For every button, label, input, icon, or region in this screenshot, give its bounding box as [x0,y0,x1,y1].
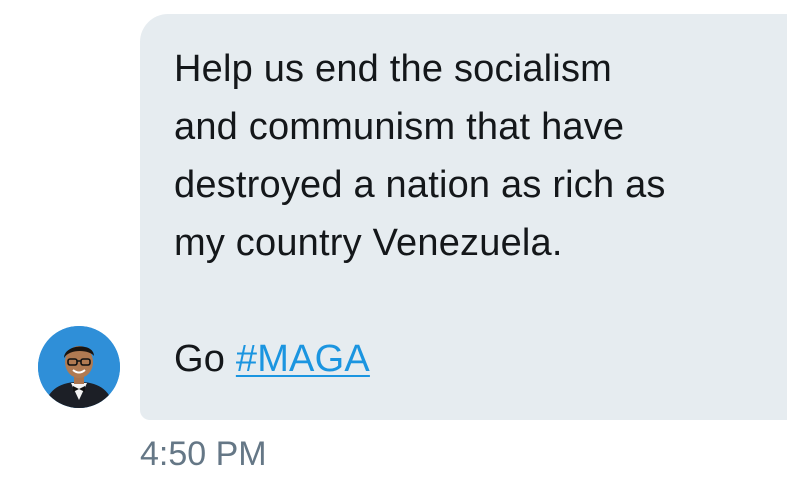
message-timestamp: 4:50 PM [140,435,267,473]
message-line: my country Venezuela. [174,222,563,264]
message-line: Help us end the socialism [174,48,612,90]
hashtag-link[interactable]: #MAGA [236,338,370,380]
dm-conversation-view: Help us end the socialism and communism … [0,0,787,500]
sender-avatar[interactable] [38,326,120,408]
message-text: Help us end the socialism and communism … [174,40,774,388]
message-line: and communism that have [174,106,625,148]
user-avatar-icon [38,326,120,408]
message-line: destroyed a nation as rich as [174,164,666,206]
message-closing-line: Go #MAGA [174,330,774,388]
message-paragraph-gap [174,272,774,330]
closing-prefix: Go [174,338,236,380]
